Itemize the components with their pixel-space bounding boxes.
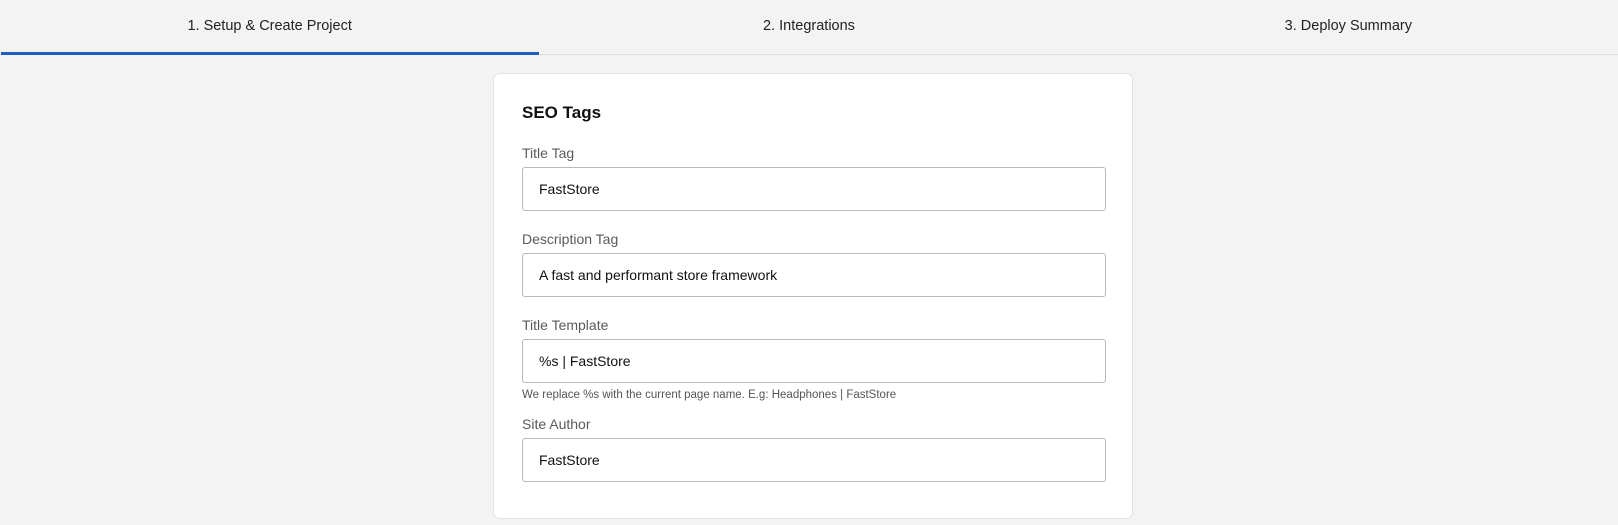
title-template-helper-text: We replace %s with the current page name… (522, 389, 897, 401)
step-label: 3. Deploy Summary (1284, 18, 1412, 34)
title-tag-label: Title Tag (522, 145, 575, 161)
description-tag-label: Description Tag (522, 231, 619, 247)
title-template-label: Title Template (522, 317, 609, 333)
site-author-field: Site Author (522, 416, 1106, 482)
stepper-tabs: 1. Setup & Create Project 2. Integration… (0, 0, 1618, 55)
description-tag-input[interactable] (522, 253, 1106, 297)
seo-tags-card: SEO Tags Title Tag Description Tag Title… (493, 73, 1133, 519)
description-tag-field: Description Tag (522, 231, 1106, 297)
title-template-input[interactable] (522, 339, 1106, 383)
title-template-field: Title Template We replace %s with the cu… (522, 317, 1106, 402)
step-setup-create-project[interactable]: 1. Setup & Create Project (0, 0, 540, 55)
step-label: 1. Setup & Create Project (187, 18, 352, 34)
card-title: SEO Tags (522, 103, 602, 122)
site-author-label: Site Author (522, 416, 591, 432)
title-tag-field: Title Tag (522, 145, 1106, 211)
title-tag-input[interactable] (522, 167, 1106, 211)
step-label: 2. Integrations (763, 18, 855, 34)
step-deploy-summary[interactable]: 3. Deploy Summary (1079, 0, 1618, 54)
site-author-input[interactable] (522, 438, 1106, 482)
step-integrations[interactable]: 2. Integrations (539, 0, 1078, 54)
